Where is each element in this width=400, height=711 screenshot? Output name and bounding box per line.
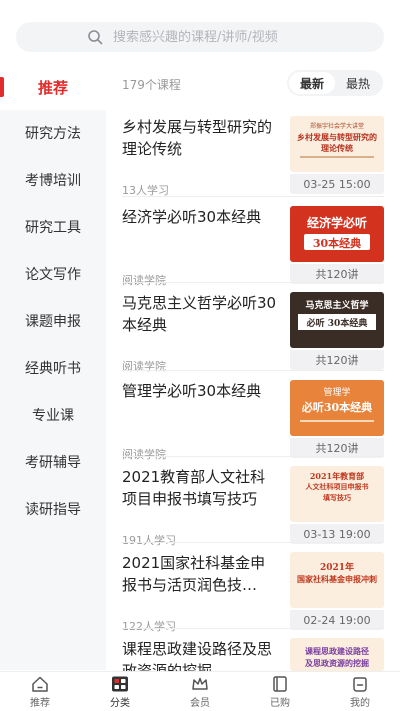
course-thumbnail: 2021年 国家社科基金申报冲刺 [290, 552, 384, 608]
course-thumbnail: 管理学 必听30本经典 [290, 380, 384, 436]
sort-newest-button[interactable]: 最新 [289, 72, 335, 94]
course-thumbnail: 郑振宇社会学大讲堂 乡村发展与转型研究的 理论传统 [290, 116, 384, 172]
course-item[interactable]: 课程思政建设路径及思政资源的挖掘 课程思政建设路径 及思政资源的挖掘 [122, 638, 386, 671]
sidebar-item-label: 论文写作 [25, 267, 81, 283]
sidebar-item-label: 读研指导 [25, 502, 81, 518]
sidebar-item-label: 经典听书 [25, 361, 81, 377]
thumb-line: 及思政资源的挖掘 [305, 658, 369, 668]
course-title: 2021国家社科基金申报书与活页润色技… [122, 554, 266, 594]
divider [122, 370, 384, 371]
sort-toggle: 最新 最热 [287, 70, 383, 96]
course-publisher: 阅读学院 [122, 448, 166, 461]
divider [122, 542, 384, 543]
course-title: 经济学必听30本经典 [122, 208, 262, 226]
course-title: 马克思主义哲学必听30本经典 [122, 294, 277, 334]
tab-member[interactable]: 会员 [160, 672, 240, 711]
tab-recommend[interactable]: 推荐 [0, 672, 80, 711]
tab-label: 已购 [270, 697, 290, 709]
search-bar [0, 0, 400, 64]
thumb-line: 人文社科项目申报书 [305, 482, 369, 491]
course-title: 管理学必听30本经典 [122, 382, 262, 400]
thumb-line: 2021年教育部 [309, 471, 365, 481]
sidebar-item-paper-writing[interactable]: 论文写作 [0, 251, 106, 297]
tab-label: 分类 [110, 697, 130, 709]
course-meta: 03-13 19:00 [290, 524, 384, 544]
course-thumbnail: 2021年教育部 人文社科项目申报书 填写技巧 [290, 466, 384, 522]
sidebar-item-recommend[interactable]: 推荐 [0, 64, 106, 110]
sidebar-item-grad-exam[interactable]: 考研辅导 [0, 439, 106, 485]
category-sidebar: 推荐 研究方法 考博培训 研究工具 论文写作 课题申报 经典听书 专业课 考研辅… [0, 64, 106, 670]
course-count: 179个课程 [122, 78, 181, 92]
course-title: 2021教育部人文社科项目申报书填写技巧 [122, 468, 266, 508]
sidebar-item-label: 考研辅导 [25, 455, 81, 471]
tab-label: 我的 [350, 697, 370, 709]
tab-purchased[interactable]: 已购 [240, 672, 320, 711]
thumb-line: 填写技巧 [323, 493, 351, 502]
course-learners: 122人学习 [122, 620, 176, 633]
thumb-line: 国家社科基金申报冲刺 [297, 574, 377, 584]
thumb-line: 经济学必听 [306, 216, 367, 230]
sidebar-item-grad-guidance[interactable]: 读研指导 [0, 486, 106, 532]
course-meta: 02-24 19:00 [290, 610, 384, 630]
thumb-line: 乡村发展与转型研究的 [297, 132, 377, 142]
bottom-tab-bar: 推荐 分类 会员 已购 我的 [0, 671, 400, 711]
thumb-line: 2021年 [319, 563, 355, 573]
sidebar-item-phd-exam[interactable]: 考博培训 [0, 157, 106, 203]
sidebar-item-label: 专业课 [32, 408, 74, 424]
thumb-line: 30本经典 [312, 237, 362, 250]
book-icon [273, 675, 287, 692]
course-meta: 共120讲 [290, 350, 384, 370]
course-meta: 共120讲 [290, 264, 384, 284]
user-icon [353, 676, 367, 692]
course-meta: 共120讲 [290, 438, 384, 458]
thumb-line: 课程思政建设路径 [305, 646, 369, 656]
course-thumbnail: 马克思主义哲学 必听 30本经典 [290, 292, 384, 348]
course-item[interactable]: 乡村发展与转型研究的理论传统 13人学习 郑振宇社会学大讲堂 乡村发展与转型研究… [122, 116, 386, 206]
thumb-line: 必听 30本经典 [306, 319, 368, 329]
divider [122, 196, 384, 197]
divider [122, 282, 384, 283]
tab-label: 推荐 [30, 697, 50, 709]
sidebar-item-classic-audiobooks[interactable]: 经典听书 [0, 345, 106, 391]
course-title: 课程思政建设路径及思政资源的挖掘 [122, 640, 273, 671]
tab-mine[interactable]: 我的 [320, 672, 400, 711]
sidebar-item-label: 考博培训 [25, 173, 81, 189]
thumb-line: 马克思主义哲学 [305, 301, 369, 311]
tab-label: 会员 [190, 697, 210, 709]
course-meta: 03-25 15:00 [290, 174, 384, 194]
category-grid-icon [112, 676, 128, 691]
course-publisher: 阅读学院 [122, 274, 166, 287]
home-icon [32, 676, 48, 692]
thumb-line: 管理学 [323, 388, 351, 398]
sidebar-item-major-courses[interactable]: 专业课 [0, 392, 106, 438]
sidebar-item-research-methods[interactable]: 研究方法 [0, 110, 106, 156]
sidebar-item-label: 课题申报 [25, 314, 81, 330]
sidebar-item-research-tools[interactable]: 研究工具 [0, 204, 106, 250]
course-learners: 191人学习 [122, 534, 176, 547]
thumb-line: 理论传统 [321, 143, 353, 153]
sidebar-item-label: 研究工具 [25, 220, 81, 236]
thumb-line: 郑振宇社会学大讲堂 [309, 123, 364, 130]
divider [122, 628, 384, 629]
thumb-line: 必听30本经典 [301, 401, 373, 414]
search-icon [88, 30, 103, 45]
sidebar-item-label: 研究方法 [25, 126, 81, 142]
divider [122, 456, 384, 457]
tab-category[interactable]: 分类 [80, 672, 160, 711]
sort-hottest-button[interactable]: 最热 [335, 72, 381, 94]
course-thumbnail: 经济学必听 30本经典 [290, 206, 384, 262]
sidebar-item-label: 推荐 [37, 78, 68, 97]
crown-icon [192, 677, 208, 690]
search-box[interactable] [16, 22, 384, 52]
course-publisher: 阅读学院 [122, 360, 166, 373]
thumb-decoration [300, 420, 374, 422]
course-title: 乡村发展与转型研究的理论传统 [122, 118, 273, 158]
course-item[interactable]: 马克思主义哲学必听30本经典 阅读学院 马克思主义哲学 必听 30本经典 共12… [122, 292, 386, 382]
course-thumbnail: 课程思政建设路径 及思政资源的挖掘 [290, 638, 384, 671]
sidebar-item-project-application[interactable]: 课题申报 [0, 298, 106, 344]
thumb-decoration [300, 156, 374, 158]
search-input[interactable] [113, 29, 313, 45]
